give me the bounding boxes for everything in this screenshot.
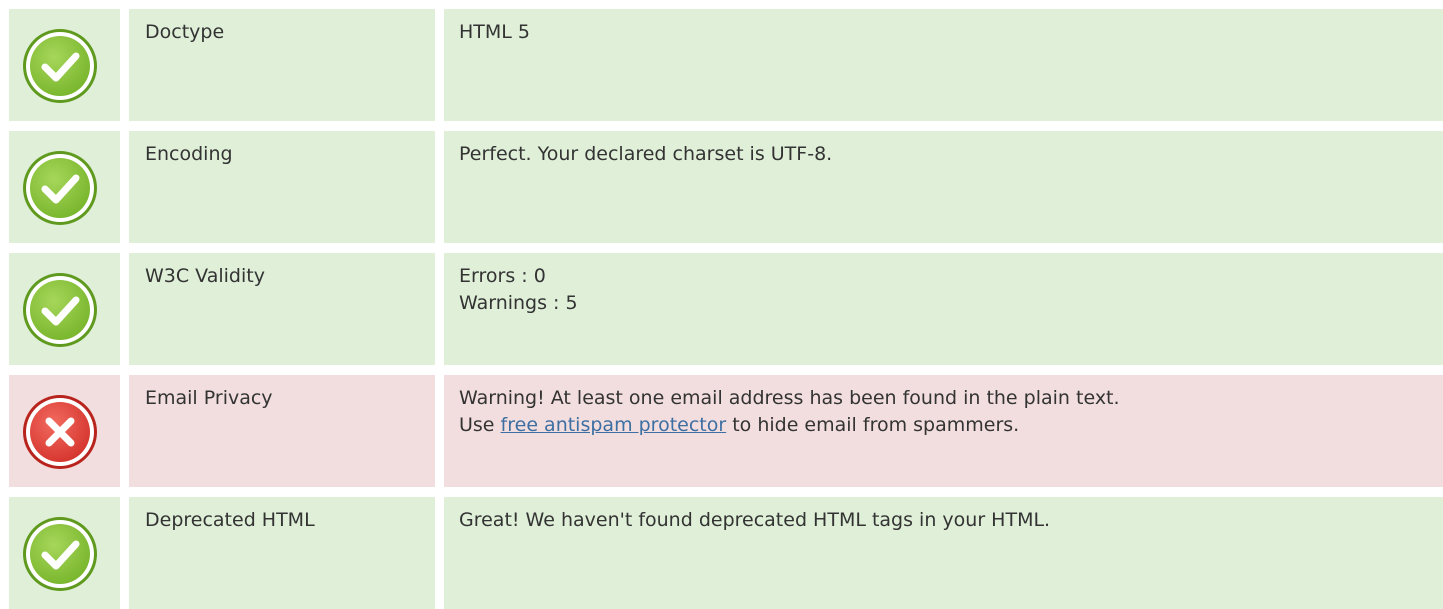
status-cell	[9, 131, 120, 243]
warning-message: Warning! At least one email address has …	[459, 387, 1120, 409]
check-value: Warning! At least one email address has …	[444, 375, 1443, 487]
check-name: W3C Validity	[145, 265, 265, 287]
check-value: Errors : 0 Warnings : 5	[444, 253, 1443, 365]
row-divider	[120, 9, 129, 121]
row-divider	[435, 253, 444, 365]
row-divider	[120, 253, 129, 365]
value-line: HTML 5	[459, 21, 530, 43]
status-cell	[9, 253, 120, 365]
row-divider	[120, 131, 129, 243]
hint-prefix: Use	[459, 414, 501, 436]
check-name: Doctype	[145, 21, 225, 43]
row-divider	[435, 131, 444, 243]
check-icon	[21, 149, 99, 227]
check-name: Email Privacy	[145, 387, 273, 409]
antispam-hint: Use free antispam protector to hide emai…	[459, 412, 1443, 439]
value-line: Great! We haven't found deprecated HTML …	[459, 509, 1051, 531]
check-icon	[21, 271, 99, 349]
result-row-doctype: Doctype HTML 5	[9, 9, 1443, 121]
cross-icon	[21, 393, 99, 471]
row-divider	[435, 375, 444, 487]
result-row-deprecated-html: Deprecated HTML Great! We haven't found …	[9, 497, 1443, 609]
errors-count: Errors : 0	[459, 265, 546, 287]
row-divider	[435, 497, 444, 609]
warnings-count: Warnings : 5	[459, 292, 578, 314]
row-divider	[120, 497, 129, 609]
row-divider	[435, 9, 444, 121]
check-icon	[21, 515, 99, 593]
value-line: Perfect. Your declared charset is UTF-8.	[459, 143, 833, 165]
status-cell	[9, 497, 120, 609]
result-row-w3c-validity: W3C Validity Errors : 0 Warnings : 5	[9, 253, 1443, 365]
check-name: Encoding	[145, 143, 233, 165]
check-icon	[21, 27, 99, 105]
result-row-encoding: Encoding Perfect. Your declared charset …	[9, 131, 1443, 243]
check-value: Great! We haven't found deprecated HTML …	[444, 497, 1443, 609]
results-table: Doctype HTML 5 Encoding Perfect. Your de…	[0, 0, 1443, 609]
result-row-email-privacy: Email Privacy Warning! At least one emai…	[9, 375, 1443, 487]
hint-suffix: to hide email from spammers.	[726, 414, 1020, 436]
status-cell	[9, 375, 120, 487]
antispam-protector-link[interactable]: free antispam protector	[501, 414, 727, 436]
check-name: Deprecated HTML	[145, 509, 315, 531]
row-divider	[120, 375, 129, 487]
check-value: Perfect. Your declared charset is UTF-8.	[444, 131, 1443, 243]
status-cell	[9, 9, 120, 121]
check-value: HTML 5	[444, 9, 1443, 121]
